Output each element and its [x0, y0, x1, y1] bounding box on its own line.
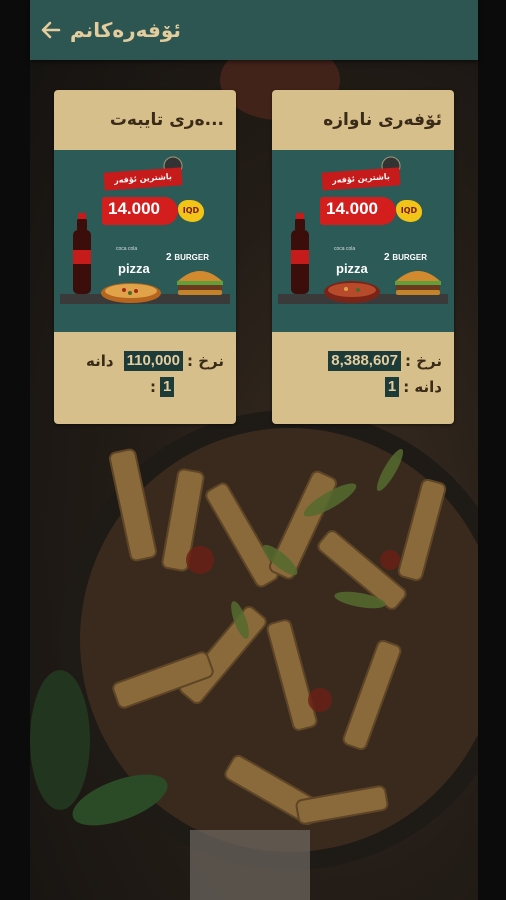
offer-info: نرخ : 110,000 دانە 1 : — [54, 332, 236, 400]
price-row: نرخ : 110,000 دانە — [66, 348, 224, 374]
promo-price-value: 14.000 — [326, 199, 378, 218]
promo-price: 14.000 IQD — [320, 195, 426, 227]
burger-label: 2 BURGER — [166, 252, 210, 263]
promo-price-value: 14.000 — [108, 199, 160, 218]
price-value: 8,388,607 — [328, 351, 401, 371]
offer-info: نرخ : 8,388,607 دانە : 1 — [272, 332, 454, 400]
qty-label: دانە — [86, 352, 114, 370]
burger-icon — [177, 271, 223, 295]
offer-promo-image: باشترین ئۆفەر 14.000 IQD coca cola pizza… — [54, 150, 236, 332]
offer-card[interactable]: ...ەری تایبەت باشترین ئۆفەر 14.000 IQD c… — [54, 90, 236, 424]
left-border — [0, 0, 30, 900]
price-row: نرخ : 8,388,607 — [284, 348, 442, 374]
offer-promo-image: باشترین ئۆفەر 14.000 IQD coca cola pizza… — [272, 150, 454, 332]
qty-row: دانە : 1 — [284, 374, 442, 400]
qty-colon: : — [150, 378, 156, 396]
right-border — [478, 0, 506, 900]
promo-currency: IQD — [396, 200, 422, 222]
app-bar: ئۆفەرەکانم — [30, 0, 478, 60]
offer-title: ئۆفەری ناوازە — [323, 110, 442, 130]
price-value: 110,000 — [123, 351, 183, 371]
qty-label: دانە : — [403, 378, 442, 396]
back-button[interactable] — [38, 17, 64, 43]
cola-label: coca cola — [334, 246, 356, 252]
promo-price: 14.000 IQD — [102, 195, 208, 227]
offer-card[interactable]: ئۆفەری ناوازە باشترین ئۆفەر 14.000 IQD c… — [272, 90, 454, 424]
qty-value: 1 — [160, 377, 175, 397]
page-title: ئۆفەرەکانم — [70, 18, 181, 42]
burger-label: 2 BURGER — [384, 252, 428, 263]
price-label: نرخ : — [405, 352, 442, 370]
price-label: نرخ : — [187, 352, 224, 370]
pizza-label: pizza — [118, 261, 150, 276]
promo-currency: IQD — [178, 200, 204, 222]
cola-bottle-icon — [291, 213, 309, 294]
qty-row: 1 : — [150, 374, 224, 400]
cola-bottle-icon — [73, 213, 91, 294]
offer-title: ...ەری تایبەت — [109, 110, 224, 130]
burger-icon — [395, 271, 441, 295]
cola-label: coca cola — [116, 246, 138, 252]
qty-value: 1 — [384, 377, 400, 397]
pizza-label: pizza — [336, 261, 368, 276]
arrow-left-icon — [41, 21, 61, 39]
